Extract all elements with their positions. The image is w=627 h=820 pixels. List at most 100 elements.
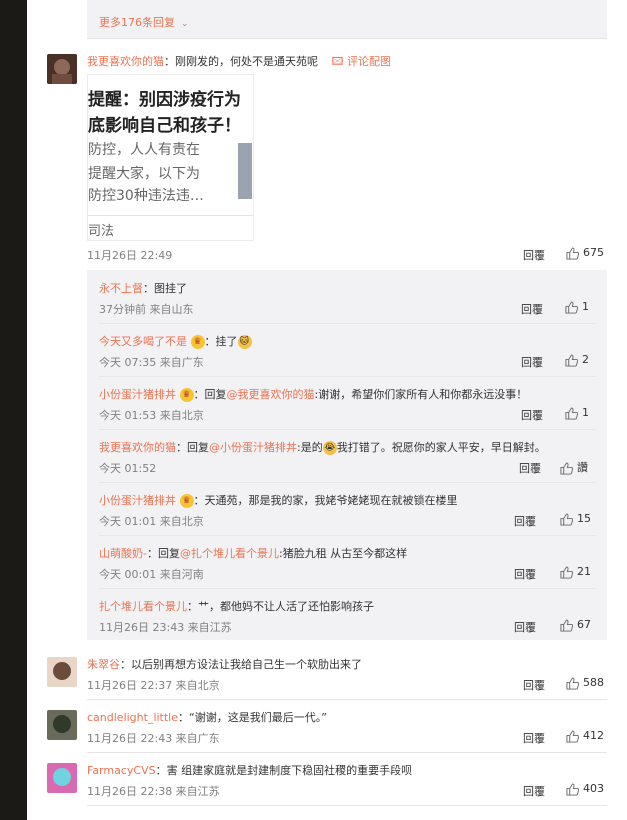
avatar-image bbox=[47, 54, 77, 84]
chevron-down-icon: ⌄ bbox=[181, 19, 189, 29]
avatar[interactable] bbox=[47, 710, 77, 740]
like-count: 588 bbox=[583, 676, 604, 689]
user-name-link[interactable]: 扎个堆儿看个景儿 bbox=[99, 600, 187, 613]
like-button[interactable]: 1 bbox=[565, 406, 589, 420]
like-count: 15 bbox=[577, 512, 591, 525]
mention-link[interactable]: @小份蛋汁猪排丼 bbox=[209, 441, 297, 454]
reply-line: 山萌酸奶-：回复@扎个堆儿看个景儿:猪脸九租 从古至今都这样 bbox=[99, 545, 407, 561]
comment-image[interactable]: 提醒：别因涉疫行为 底影响自己和孩子！ 防控，人人有责在 提醒大家，以下为 防控… bbox=[87, 74, 254, 241]
reply-button[interactable]: 回覆 bbox=[521, 407, 543, 423]
reply-time: 今天 01:01 来自北京 bbox=[99, 515, 204, 528]
comment-divider bbox=[87, 805, 607, 806]
reply-time: 37分钟前 来自山东 bbox=[99, 303, 194, 316]
reply-text: 我打错了。祝愿你的家人平安，早日解封。 bbox=[336, 441, 546, 454]
reply-button[interactable]: 回覆 bbox=[523, 783, 545, 799]
badge-icon: ♛ bbox=[179, 388, 194, 402]
comment-time: 11月26日 22:49 bbox=[87, 249, 173, 262]
user-name-link[interactable]: 我更喜欢你的猫 bbox=[87, 55, 164, 68]
like-button[interactable]: 2 bbox=[565, 353, 589, 367]
thumb-up-icon bbox=[560, 565, 573, 579]
user-name-link[interactable]: 永不上督 bbox=[99, 282, 143, 295]
image-icon: 🖾 bbox=[331, 55, 344, 68]
avatar[interactable] bbox=[47, 657, 77, 687]
reply-button[interactable]: 回覆 bbox=[521, 354, 543, 370]
badge-icon: ♛ bbox=[179, 494, 194, 508]
comment-divider bbox=[87, 752, 607, 753]
reply-line: 小份蛋汁猪排丼 ♛ ：天通苑，那是我的家，我姥爷姥姥现在就被锁在楼里 bbox=[99, 492, 458, 508]
reply-prefix: ：回复 bbox=[193, 388, 227, 401]
cat-face-emoji-icon: 🐱 bbox=[237, 335, 252, 349]
like-button[interactable]: 588 bbox=[566, 676, 604, 690]
reply-text: ：天通苑，那是我的家，我姥爷姥姥现在就被锁在楼里 bbox=[193, 494, 458, 507]
reply-button[interactable]: 回覆 bbox=[523, 247, 545, 263]
reply-time: 今天 01:53 来自北京 bbox=[99, 409, 204, 422]
thumb-up-icon bbox=[565, 406, 578, 420]
user-name-link[interactable]: 我更喜欢你的猫 bbox=[99, 441, 176, 454]
image-text-line: 防控30种违法违… bbox=[88, 188, 204, 204]
reply-prefix: ：回复 bbox=[176, 441, 209, 454]
reply-button[interactable]: 回覆 bbox=[523, 730, 545, 746]
reply-button[interactable]: 回覆 bbox=[523, 677, 545, 693]
avatar-image bbox=[47, 657, 77, 687]
like-button[interactable]: 讚 bbox=[560, 459, 588, 475]
user-name-link[interactable]: candlelight_little bbox=[87, 711, 178, 724]
like-button[interactable]: 15 bbox=[560, 512, 591, 526]
more-replies-link[interactable]: 更多176条回复 ⌄ bbox=[99, 14, 189, 30]
comment-time: 11月26日 22:37 来自北京 bbox=[87, 679, 220, 692]
reply-button[interactable]: 回覆 bbox=[521, 301, 543, 317]
user-name-link[interactable]: FarmacyCVS bbox=[87, 764, 156, 777]
user-name-link[interactable]: 小份蛋汁猪排丼 bbox=[99, 388, 176, 401]
like-button[interactable]: 412 bbox=[566, 729, 604, 743]
like-count: 67 bbox=[577, 618, 591, 631]
thumb-up-icon bbox=[560, 618, 573, 632]
reply-time: 今天 00:01 来自河南 bbox=[99, 568, 204, 581]
like-button[interactable]: 1 bbox=[565, 300, 589, 314]
like-button[interactable]: 67 bbox=[560, 618, 591, 632]
mention-link[interactable]: @我更喜欢你的猫 bbox=[227, 388, 315, 401]
image-text-line: 防控，人人有责在 bbox=[88, 142, 200, 158]
main-comment-line: 我更喜欢你的猫：刚刚发的，何处不是通天苑呢 🖾 评论配图 bbox=[87, 53, 391, 72]
comment-time: 11月26日 22:38 来自江苏 bbox=[87, 785, 220, 798]
like-button[interactable]: 21 bbox=[560, 565, 591, 579]
reply-line: 我更喜欢你的猫：回复@小份蛋汁猪排丼:是的 😭 我打错了。祝愿你的家人平安，早日解封… bbox=[99, 439, 546, 455]
comment-line: FarmacyCVS：害 组建家庭就是封建制度下稳固社稷的重要手段呗 bbox=[87, 762, 412, 778]
user-name-link[interactable]: 小份蛋汁猪排丼 bbox=[99, 494, 176, 507]
like-button[interactable]: 403 bbox=[566, 782, 604, 796]
thumb-up-icon bbox=[560, 512, 573, 526]
reply-button[interactable]: 回覆 bbox=[514, 566, 536, 582]
comment-text: ：刚刚发的，何处不是通天苑呢 bbox=[164, 55, 318, 68]
reply-button[interactable]: 回覆 bbox=[519, 460, 541, 476]
comment-pic-link[interactable]: 🖾 评论配图 bbox=[332, 55, 391, 68]
reply-text: ：挂了 bbox=[204, 335, 238, 348]
reply-time: 今天 01:52 bbox=[99, 462, 157, 475]
avatar-image bbox=[47, 763, 77, 793]
like-count: 1 bbox=[582, 406, 589, 419]
user-name-link[interactable]: 朱翠谷 bbox=[87, 658, 120, 671]
like-button[interactable]: 675 bbox=[566, 246, 604, 260]
like-count: 2 bbox=[582, 353, 589, 366]
comment-text: ：害 组建家庭就是封建制度下稳固社稷的重要手段呗 bbox=[155, 764, 413, 777]
like-count: 412 bbox=[583, 729, 604, 742]
avatar[interactable] bbox=[47, 763, 77, 793]
avatar[interactable] bbox=[47, 54, 77, 84]
mention-link[interactable]: @扎个堆儿看个景儿 bbox=[180, 547, 279, 560]
reply-button[interactable]: 回覆 bbox=[514, 619, 536, 635]
image-divider bbox=[88, 215, 253, 216]
left-dark-sidebar bbox=[0, 0, 27, 820]
comment-text: ：以后别再想方设法让我给自己生一个软肋出来了 bbox=[120, 658, 362, 671]
user-name-link[interactable]: 今天又多喝了不是 bbox=[99, 335, 187, 348]
comment-line: candlelight_little：“谢谢，这是我们最后一代。” bbox=[87, 709, 327, 725]
comment-line: 朱翠谷：以后别再想方设法让我给自己生一个软肋出来了 bbox=[87, 656, 362, 672]
reply-divider bbox=[99, 376, 596, 377]
reply-text: ：图挂了 bbox=[143, 282, 187, 295]
user-name-link[interactable]: 山萌酸奶- bbox=[99, 547, 147, 560]
reply-divider bbox=[99, 588, 596, 589]
thumb-up-icon bbox=[566, 782, 579, 796]
comment-divider bbox=[87, 699, 607, 700]
comment-time: 11月26日 22:43 来自广东 bbox=[87, 732, 220, 745]
badge-icon: ♛ bbox=[190, 335, 205, 349]
reply-line: 永不上督：图挂了 bbox=[99, 280, 187, 296]
reply-button[interactable]: 回覆 bbox=[514, 513, 536, 529]
avatar-image bbox=[47, 710, 77, 740]
thumb-up-icon bbox=[566, 246, 579, 260]
